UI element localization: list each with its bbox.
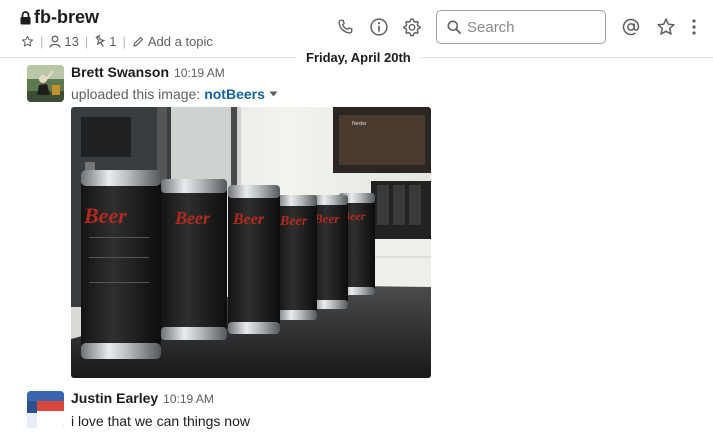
author-name[interactable]: Brett Swanson xyxy=(71,64,169,80)
upload-info: uploaded this image: notBeers xyxy=(71,86,278,102)
can-label: Beer xyxy=(279,214,308,229)
meta-divider: | xyxy=(122,34,126,49)
can-label: Beer xyxy=(232,211,265,228)
search-input[interactable] xyxy=(467,18,587,36)
can: Beer xyxy=(228,185,280,334)
can-label: Beer xyxy=(83,203,127,228)
mentions-icon[interactable] xyxy=(620,16,642,38)
meta-divider: | xyxy=(40,34,44,49)
message-header: Brett Swanson 10:19 AM xyxy=(71,64,225,80)
avatar[interactable] xyxy=(27,65,64,102)
pin-count[interactable]: 1 xyxy=(109,34,116,49)
uploaded-image[interactable]: Nexter Beer Beer Beer Beer Beer Beer xyxy=(71,107,431,378)
message: Justin Earley 10:19 AM i love that we ca… xyxy=(0,390,713,436)
can-label: Beer xyxy=(313,211,340,226)
file-name-link[interactable]: notBeers xyxy=(204,86,265,102)
can: Beer xyxy=(161,179,227,340)
can-label: Beer xyxy=(174,208,211,228)
star-icon[interactable] xyxy=(21,35,34,48)
add-topic-button[interactable]: Add a topic xyxy=(132,34,213,49)
star-icon[interactable] xyxy=(655,16,677,38)
meta-divider: | xyxy=(84,34,89,49)
phone-icon[interactable] xyxy=(334,16,356,38)
info-icon[interactable] xyxy=(368,16,390,38)
pencil-icon xyxy=(133,36,143,47)
channel-meta: | 13 | 1 | Add a topic xyxy=(21,34,213,49)
pin-icon[interactable] xyxy=(94,35,106,48)
can: Beer xyxy=(277,195,317,320)
chevron-down-icon[interactable] xyxy=(269,91,278,97)
message-text: i love that we can things now xyxy=(71,413,250,429)
add-topic-label: Add a topic xyxy=(147,34,213,49)
member-count[interactable]: 13 xyxy=(64,34,78,49)
member-icon[interactable] xyxy=(49,35,62,48)
lock-icon xyxy=(20,10,31,24)
search-box[interactable] xyxy=(436,10,606,44)
can: Beer xyxy=(81,170,161,359)
sign-text: Nexter xyxy=(352,121,367,127)
timestamp[interactable]: 10:19 AM xyxy=(174,66,225,80)
avatar[interactable] xyxy=(27,391,64,428)
more-options-icon[interactable] xyxy=(684,16,704,38)
channel-title[interactable]: fb-brew xyxy=(20,7,99,28)
author-name[interactable]: Justin Earley xyxy=(71,390,158,406)
timestamp[interactable]: 10:19 AM xyxy=(163,392,214,406)
gear-icon[interactable] xyxy=(401,16,423,38)
message-header: Justin Earley 10:19 AM xyxy=(71,390,214,406)
upload-action-text: uploaded this image: xyxy=(71,86,201,102)
search-icon xyxy=(447,20,461,34)
channel-name: fb-brew xyxy=(34,7,99,27)
